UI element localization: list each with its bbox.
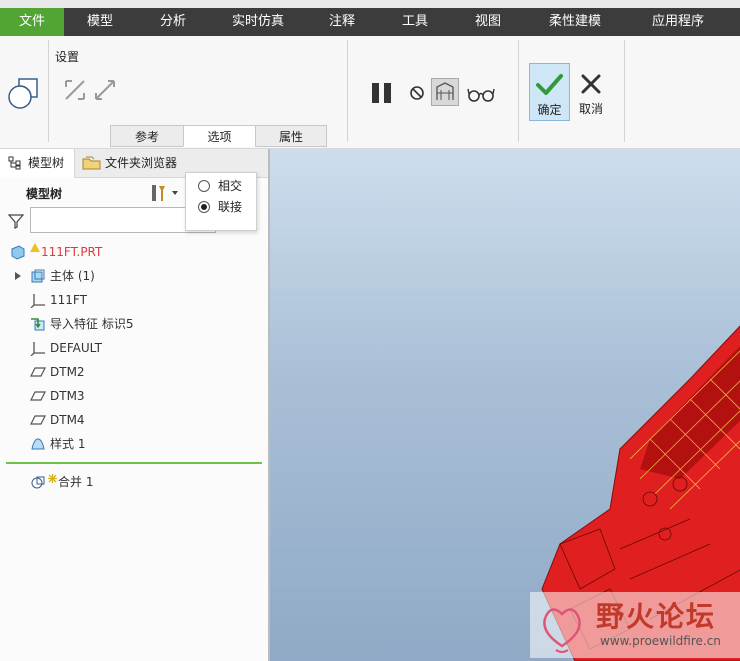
watermark: 野火论坛 www.proewildfire.cn [530, 592, 740, 658]
options-popup: 相交 联接 [185, 172, 257, 231]
datum-plane-icon [30, 391, 46, 401]
menu-live-simulation[interactable]: 实时仿真 [210, 8, 306, 36]
watermark-url: www.proewildfire.cn [600, 634, 721, 648]
tree-item-dtm2[interactable]: DTM2 [0, 361, 268, 383]
warning-icon [30, 243, 40, 252]
tree-item-csys-111ft-label: 111FT [50, 293, 87, 307]
confirm-button[interactable]: 确定 [529, 63, 570, 121]
geometry-preview-icon[interactable] [431, 78, 459, 106]
part-icon [11, 245, 25, 260]
graphics-viewport[interactable]: 野火论坛 www.proewildfire.cn [268, 149, 740, 661]
tree-item-import-feature-label: 导入特征 标识5 [50, 317, 134, 331]
tree-item-default-csys-label: DEFAULT [50, 341, 102, 355]
flip-direction-1-icon[interactable] [63, 78, 87, 105]
new-feature-icon [48, 474, 57, 483]
watermark-logo-icon [543, 608, 581, 653]
insert-indicator-line[interactable] [6, 462, 262, 464]
cancel-button[interactable]: 取消 [573, 63, 609, 121]
datum-plane-icon [30, 415, 46, 425]
tree-item-style-label: 样式 1 [50, 437, 86, 451]
tab-model-tree[interactable]: 模型树 [0, 149, 75, 178]
menu-file[interactable]: 文件 [0, 8, 64, 36]
pause-icon[interactable] [370, 81, 394, 108]
watermark-text: 野火论坛 [596, 600, 717, 633]
subtab-options[interactable]: 选项 [183, 125, 256, 147]
verify-glasses-icon[interactable] [467, 84, 495, 107]
option-join-label: 联接 [218, 200, 243, 214]
settings-label: 设置 [55, 50, 80, 64]
cancel-label: 取消 [578, 102, 603, 116]
option-intersect-label: 相交 [218, 179, 243, 193]
tab-folder-browser[interactable]: 文件夹浏览器 [80, 149, 184, 177]
datum-plane-icon [30, 367, 46, 377]
tree-item-style[interactable]: 样式 1 [0, 433, 268, 455]
title-strip [0, 0, 740, 8]
menubar: 文件 模型 分析 实时仿真 注释 工具 视图 柔性建模 应用程序 [0, 8, 740, 36]
tree-item-import-feature[interactable]: 导入特征 标识5 [0, 313, 268, 335]
tree-item-part-label: 111FT.PRT [41, 245, 103, 259]
menu-flexible-modeling[interactable]: 柔性建模 [524, 8, 626, 36]
menu-applications[interactable]: 应用程序 [626, 8, 730, 36]
tab-folder-browser-label: 文件夹浏览器 [105, 156, 178, 170]
tree-item-dtm3[interactable]: DTM3 [0, 385, 268, 407]
tree-item-body-label: 主体 (1) [50, 269, 95, 283]
tree-item-default-csys[interactable]: DEFAULT [0, 337, 268, 359]
tree-item-merge-label: 合并 1 [58, 475, 94, 489]
body-icon [31, 269, 45, 283]
tree-item-part[interactable]: 111FT.PRT [0, 241, 268, 263]
import-feature-icon [31, 318, 45, 331]
radio-intersect[interactable] [198, 180, 210, 192]
tree-item-dtm3-label: DTM3 [50, 389, 85, 403]
tab-model-tree-label: 模型树 [28, 156, 65, 170]
red-model-render [541, 325, 740, 661]
menu-view[interactable]: 视图 [452, 8, 524, 36]
menu-model[interactable]: 模型 [64, 8, 136, 36]
tree-item-csys-111ft[interactable]: 111FT [0, 289, 268, 311]
menu-tools[interactable]: 工具 [378, 8, 452, 36]
coordinate-system-icon [30, 294, 45, 308]
confirm-label: 确定 [537, 103, 562, 117]
flip-direction-2-icon[interactable] [93, 78, 117, 105]
filter-icon[interactable] [7, 213, 25, 232]
folder-icon [82, 156, 101, 170]
tree-item-dtm2-label: DTM2 [50, 365, 85, 379]
menu-analysis[interactable]: 分析 [136, 8, 210, 36]
merge-tool-icon [6, 76, 40, 113]
menu-annotate[interactable]: 注释 [306, 8, 378, 36]
tree-item-body[interactable]: 主体 (1) [0, 265, 268, 287]
radio-join[interactable] [198, 201, 210, 213]
tree-item-dtm4[interactable]: DTM4 [0, 409, 268, 431]
tree-item-dtm4-label: DTM4 [50, 413, 85, 427]
coordinate-system-icon [30, 342, 45, 356]
tree-icon [8, 156, 21, 170]
tree-item-merge[interactable]: 合并 1 [0, 471, 268, 493]
no-preview-icon[interactable] [409, 85, 425, 104]
subtab-properties[interactable]: 属性 [255, 125, 327, 147]
expand-arrow-icon [15, 272, 21, 280]
style-icon [31, 438, 45, 450]
ribbon: 设置 参考 选项 属性 确定 取消 [0, 36, 740, 149]
settings-tools-icon[interactable] [150, 183, 180, 206]
merge-icon [31, 476, 45, 489]
model-tree-header: 模型树 [26, 187, 63, 201]
subtab-references[interactable]: 参考 [110, 125, 184, 147]
